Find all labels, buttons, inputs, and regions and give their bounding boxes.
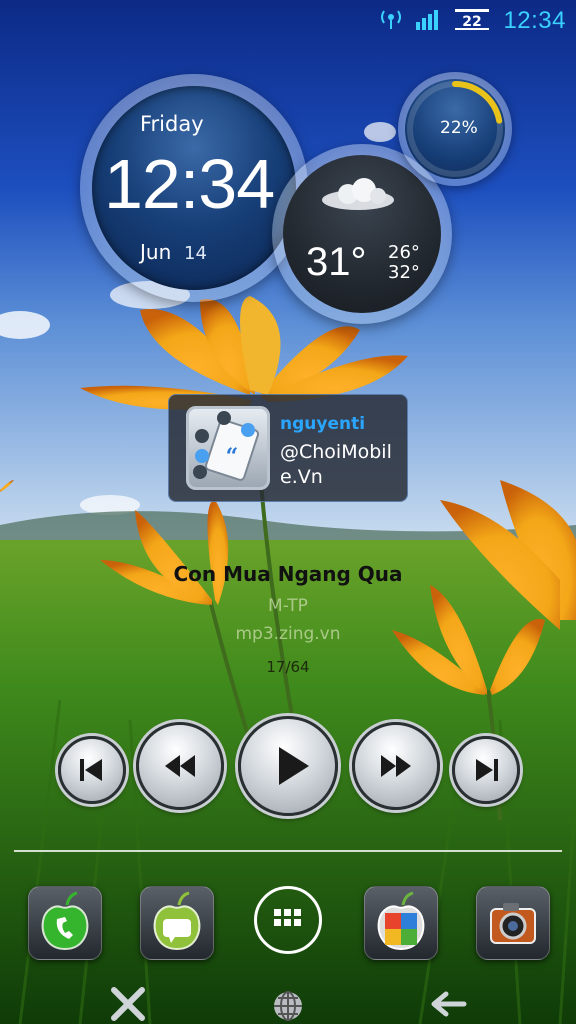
signal-icon bbox=[416, 10, 438, 30]
weather-high: 32° bbox=[388, 262, 420, 283]
svg-text:“: “ bbox=[226, 444, 239, 470]
song-source: mp3.zing.vn bbox=[235, 624, 341, 644]
rewind-button[interactable] bbox=[136, 722, 224, 810]
song-artist: M-TP bbox=[268, 596, 308, 616]
rewind-icon bbox=[165, 755, 195, 777]
messages-app[interactable] bbox=[140, 886, 214, 960]
social-text-line1: @ChoiMobil bbox=[280, 441, 392, 463]
camera-app[interactable] bbox=[476, 886, 550, 960]
skip-previous-icon bbox=[80, 759, 102, 781]
status-bar: 22 12:34 bbox=[0, 0, 576, 40]
social-text-line2: e.Vn bbox=[280, 466, 323, 488]
status-clock: 12:34 bbox=[503, 7, 566, 34]
gallery-app[interactable] bbox=[364, 886, 438, 960]
fast-forward-button[interactable] bbox=[352, 722, 440, 810]
gallery-icon bbox=[377, 891, 425, 951]
cloud-icon bbox=[322, 178, 394, 210]
play-icon bbox=[279, 747, 309, 785]
song-title: Con Mua Ngang Qua bbox=[173, 562, 403, 586]
app-drawer-button[interactable] bbox=[254, 886, 322, 954]
globe-icon[interactable] bbox=[268, 986, 308, 1022]
social-app-icon[interactable]: “ bbox=[186, 406, 270, 490]
skip-next-button[interactable] bbox=[452, 736, 520, 804]
clock-date: 14 bbox=[184, 243, 207, 264]
back-arrow-icon[interactable] bbox=[428, 986, 468, 1022]
clock-day: Friday bbox=[140, 112, 204, 136]
track-counter: 17/64 bbox=[266, 658, 310, 676]
battery-percent: 22% bbox=[440, 118, 478, 138]
close-icon[interactable] bbox=[108, 986, 148, 1022]
apps-grid-icon bbox=[274, 909, 301, 926]
sim-icon: 22 bbox=[455, 9, 489, 30]
messages-icon bbox=[153, 891, 201, 951]
play-button[interactable] bbox=[238, 716, 338, 816]
weather-temperature: 31° bbox=[306, 240, 367, 284]
social-username: nguyenti bbox=[280, 414, 366, 434]
wifi-icon bbox=[381, 10, 401, 29]
svg-text:22: 22 bbox=[462, 14, 481, 30]
fast-forward-icon bbox=[381, 755, 411, 777]
skip-previous-button[interactable] bbox=[58, 736, 126, 804]
weather-low: 26° bbox=[388, 242, 420, 263]
clock-month: Jun bbox=[140, 240, 172, 264]
clock-time: 12:34 bbox=[104, 145, 275, 223]
phone-icon bbox=[41, 891, 89, 951]
dock-divider bbox=[14, 850, 562, 852]
phone-app[interactable] bbox=[28, 886, 102, 960]
camera-icon bbox=[490, 903, 536, 944]
skip-next-icon bbox=[476, 759, 498, 781]
